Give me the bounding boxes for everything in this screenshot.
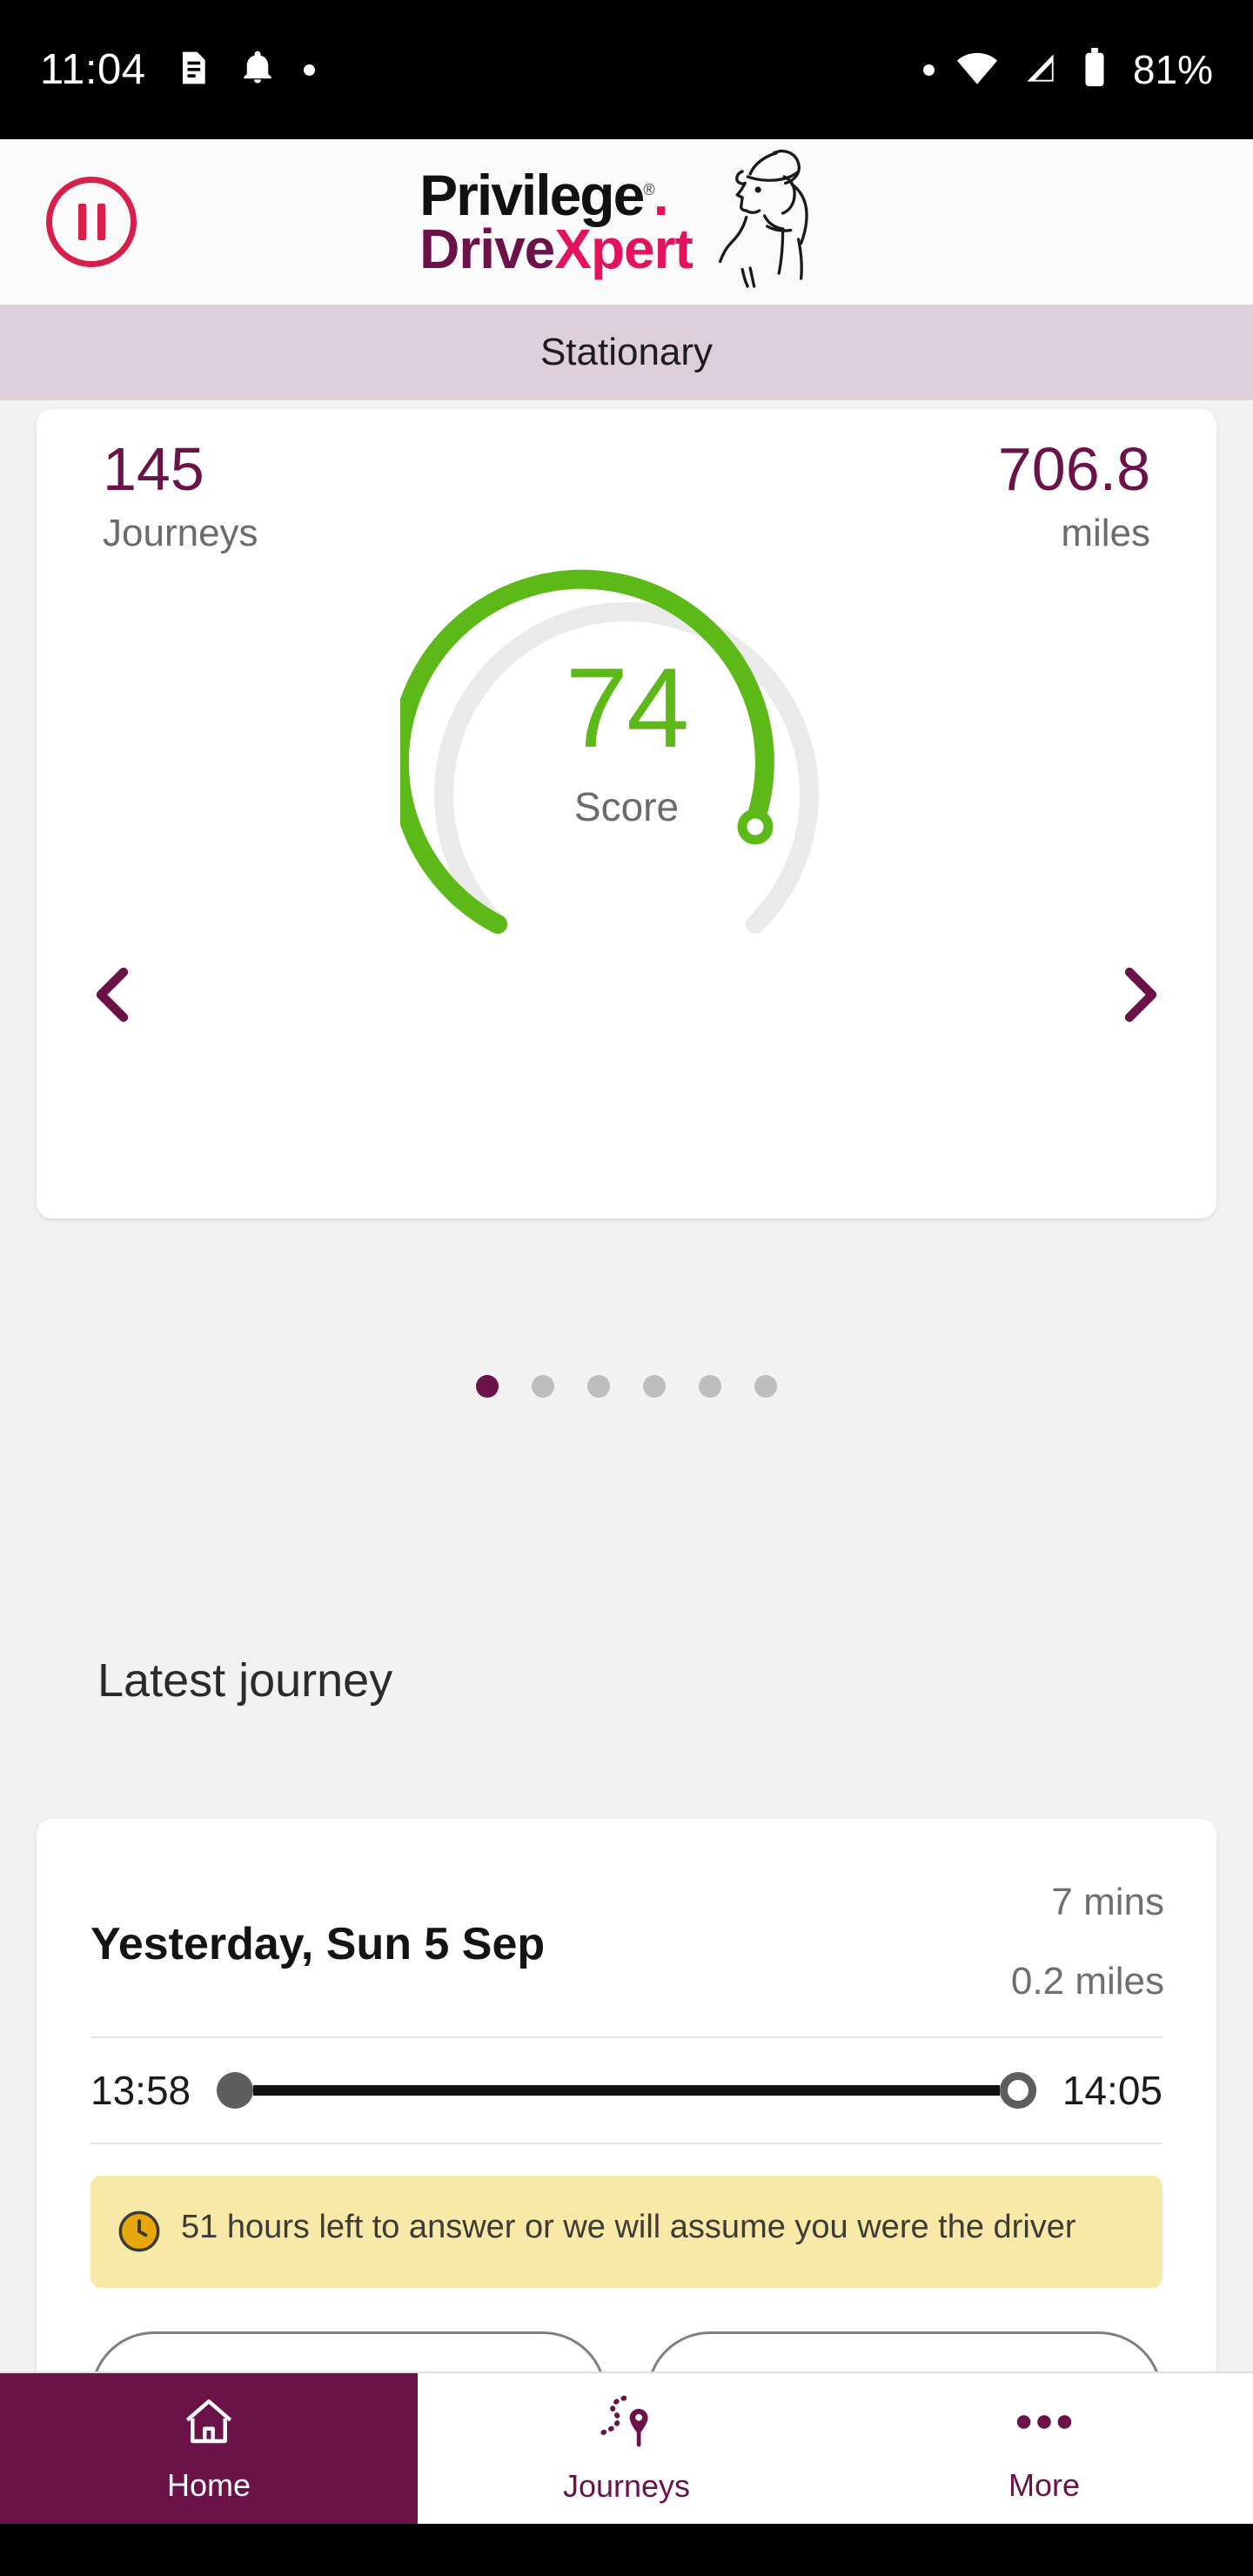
journey-status-banner: Stationary — [0, 305, 1253, 400]
document-icon — [173, 49, 211, 91]
bell-icon — [239, 49, 276, 91]
miles-value: 706.8 — [997, 435, 1150, 503]
dot-icon — [304, 64, 316, 76]
ellipsis-icon — [1010, 2393, 1078, 2455]
clock-icon — [117, 2209, 162, 2258]
mascot-figure-icon — [703, 145, 834, 293]
pagination-dots — [476, 1375, 777, 1398]
pause-bar-right — [97, 204, 105, 240]
journey-timeline: 13:58 14:05 — [37, 2038, 1216, 2143]
pause-bar-left — [77, 204, 86, 240]
status-bar: 11:04 81% — [0, 0, 1253, 139]
miles-stat: 706.8 miles — [998, 435, 1150, 555]
journey-divider-bottom — [90, 2143, 1163, 2144]
latest-journey-title: Latest journey — [97, 1654, 393, 1707]
android-back-icon[interactable] — [252, 2572, 278, 2576]
next-card-button[interactable] — [1102, 957, 1180, 1036]
logo-brand: Privilege®. — [419, 166, 693, 224]
pagination-dot-1[interactable] — [476, 1375, 499, 1398]
logo-text: Privilege®. DriveXpert — [419, 166, 694, 277]
carousel-pagination — [0, 1375, 1253, 1398]
logo-brand-dot: . — [653, 162, 669, 227]
pagination-dot-5[interactable] — [699, 1375, 721, 1398]
score-gauge: 74 Score — [400, 548, 853, 983]
nav-item-home[interactable]: Home — [0, 2373, 418, 2524]
score-card: 145 Journeys 706.8 miles 74 Score — [37, 409, 1216, 1218]
pagination-dot-4[interactable] — [643, 1375, 666, 1398]
wifi-icon — [954, 49, 1001, 91]
journey-date: Yesterday, Sun 5 Sep — [90, 1919, 546, 1969]
logo-product-drive: Drive — [419, 217, 555, 280]
app-logo: Privilege®. DriveXpert — [419, 150, 834, 293]
home-icon — [178, 2393, 239, 2455]
journey-warning-text: 51 hours left to answer or we will assum… — [181, 2209, 1076, 2245]
journeys-value: 145 — [103, 435, 204, 503]
timeline-start-dot — [217, 2072, 254, 2109]
prev-card-button[interactable] — [73, 957, 151, 1036]
journey-distance: 0.2 miles — [1010, 1960, 1164, 2002]
logo-product: DriveXpert — [419, 221, 694, 277]
chevron-right-icon — [1107, 957, 1175, 1036]
timeline-bar — [253, 2085, 1000, 2096]
logo-brand-name: Privilege — [419, 162, 645, 227]
nav-item-journeys[interactable]: Journeys — [418, 2373, 835, 2524]
pagination-dot-6[interactable] — [754, 1375, 777, 1398]
dot-icon — [922, 64, 935, 76]
nav-label-more: More — [1008, 2467, 1081, 2503]
route-pin-icon — [593, 2392, 660, 2456]
app-header: Privilege®. DriveXpert — [0, 139, 1253, 305]
gauge-track — [434, 602, 819, 934]
timeline-end-dot — [999, 2072, 1036, 2109]
battery-percent: 81% — [1132, 47, 1213, 92]
nav-label-journeys: Journeys — [562, 2468, 691, 2504]
journey-card-header: Yesterday, Sun 5 Sep 7 mins 0.2 miles — [37, 1819, 1216, 2005]
signal-icon — [1020, 49, 1062, 91]
journey-duration: 7 mins — [1051, 1881, 1164, 1923]
journey-status-text: Stationary — [539, 331, 714, 373]
battery-icon — [1081, 47, 1109, 92]
nav-label-home: Home — [166, 2467, 251, 2503]
journeys-stat: 145 Journeys — [103, 435, 258, 555]
pagination-dot-2[interactable] — [532, 1375, 554, 1398]
nav-item-more[interactable]: More — [835, 2373, 1253, 2524]
logo-registered-mark: ® — [643, 180, 654, 198]
logo-product-pert: pert — [590, 217, 694, 280]
status-time: 11:04 — [40, 46, 146, 93]
pause-button[interactable] — [46, 177, 137, 267]
android-navigation-bar — [0, 2524, 1253, 2576]
journey-start-time: 13:58 — [90, 2068, 191, 2113]
bottom-navigation: Home Journeys More — [0, 2371, 1253, 2524]
chevron-left-icon — [78, 957, 146, 1036]
gauge-endpoint-marker — [737, 808, 774, 845]
journey-meta: 7 mins 0.2 miles — [1011, 1878, 1164, 2005]
score-gauge-area: 74 Score — [37, 540, 1216, 992]
logo-product-x: X — [554, 217, 592, 280]
journey-end-time: 14:05 — [1062, 2068, 1163, 2113]
page-body: 145 Journeys 706.8 miles 74 Score Latest… — [0, 400, 1253, 2524]
status-bar-right: 81% — [922, 46, 1213, 93]
pagination-dot-3[interactable] — [587, 1375, 610, 1398]
status-bar-left: 11:04 — [40, 45, 923, 94]
journey-warning-banner: 51 hours left to answer or we will assum… — [90, 2176, 1163, 2288]
